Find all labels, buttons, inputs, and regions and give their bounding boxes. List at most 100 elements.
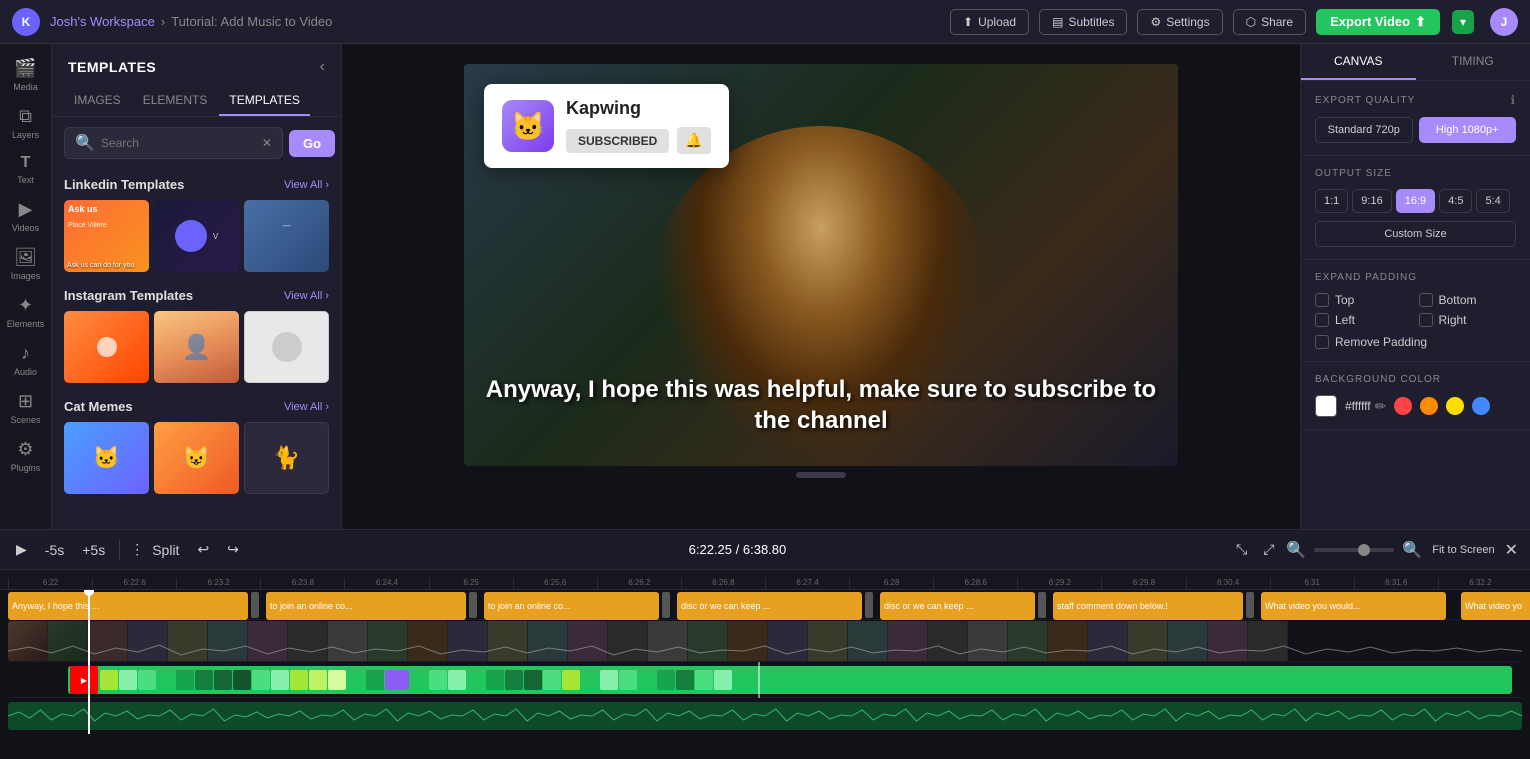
play-button[interactable]: ▶ — [12, 537, 31, 562]
bg-color-edit-button[interactable]: ✏ — [1375, 398, 1387, 415]
search-input[interactable] — [101, 136, 256, 150]
youtube-popup: 🐱 Kapwing SUBSCRIBED 🔔 — [484, 84, 729, 168]
upload-icon: ⬆ — [963, 15, 973, 29]
sidebar-item-audio[interactable]: ♪ Audio — [4, 337, 48, 383]
fit-screen-button[interactable]: Fit to Screen — [1432, 544, 1494, 556]
yt-subscribe-button[interactable]: SUBSCRIBED — [566, 129, 669, 153]
share-button[interactable]: ⬡ Share — [1233, 9, 1307, 35]
tab-images[interactable]: IMAGES — [64, 86, 131, 116]
info-icon[interactable]: ℹ — [1510, 93, 1516, 107]
right-panel: CANVAS TIMING EXPORT QUALITY ℹ Standard … — [1300, 44, 1530, 529]
template-thumb[interactable]: — — [244, 200, 329, 272]
settings-button[interactable]: ⚙ Settings — [1137, 9, 1222, 35]
topbar: K Josh's Workspace › Tutorial: Add Music… — [0, 0, 1530, 44]
color-preset-yellow[interactable] — [1446, 397, 1464, 415]
subtitle-clip[interactable]: staff comment down below.! — [1053, 592, 1243, 620]
sidebar-item-media[interactable]: 🎬 Media — [4, 52, 48, 98]
template-thumb[interactable] — [64, 311, 149, 383]
padding-right-item[interactable]: Right — [1419, 313, 1517, 327]
plus5-button[interactable]: +5s — [78, 538, 109, 562]
minus5-button[interactable]: -5s — [41, 538, 68, 562]
ruler-tick: 6:23.8 — [260, 578, 344, 589]
undo-button[interactable]: ↩ — [193, 537, 213, 562]
quality-high-button[interactable]: High 1080p+ — [1419, 117, 1517, 143]
sidebar-item-images[interactable]: 🖼 Images — [4, 241, 48, 287]
size-4-5-button[interactable]: 4:5 — [1439, 189, 1472, 213]
clip-separator — [1246, 592, 1254, 618]
color-preset-red[interactable] — [1394, 397, 1412, 415]
size-buttons: 1:1 9:16 16:9 4:5 5:4 — [1315, 189, 1516, 213]
template-thumb[interactable]: 😺 — [154, 422, 239, 494]
zoom-in-button[interactable]: ⤢ — [1259, 537, 1278, 562]
subtitle-clip[interactable]: What video yo — [1461, 592, 1530, 620]
resize-handle[interactable] — [796, 472, 846, 478]
search-icon: 🔍 — [75, 133, 95, 153]
size-9-16-button[interactable]: 9:16 — [1352, 189, 1391, 213]
padding-left-item[interactable]: Left — [1315, 313, 1413, 327]
padding-left-checkbox[interactable] — [1315, 313, 1329, 327]
user-avatar[interactable]: J — [1490, 8, 1518, 36]
tab-timing[interactable]: TIMING — [1416, 44, 1530, 80]
bg-color-swatch[interactable] — [1315, 395, 1337, 417]
color-preset-blue[interactable] — [1472, 397, 1490, 415]
zoom-slider[interactable] — [1314, 548, 1394, 552]
split-button[interactable]: Split — [148, 538, 183, 562]
zoom-slider-thumb[interactable] — [1358, 544, 1370, 556]
padding-bottom-item[interactable]: Bottom — [1419, 293, 1517, 307]
search-go-button[interactable]: Go — [289, 130, 335, 157]
clip-separator — [1038, 592, 1046, 618]
size-1-1-button[interactable]: 1:1 — [1315, 189, 1348, 213]
padding-right-checkbox[interactable] — [1419, 313, 1433, 327]
bottom-audio-clip[interactable] — [8, 702, 1522, 730]
subtitle-clip[interactable]: to join an online co... — [484, 592, 659, 620]
cat-memes-view-all[interactable]: View All › — [284, 401, 329, 413]
template-thumb[interactable]: 👤 — [154, 311, 239, 383]
padding-top-checkbox[interactable] — [1315, 293, 1329, 307]
size-5-4-button[interactable]: 5:4 — [1476, 189, 1509, 213]
template-thumb[interactable]: V — [154, 200, 239, 272]
export-dropdown-button[interactable]: ▾ — [1452, 10, 1474, 34]
template-thumb[interactable]: Ask us Place Villere Ask us can do for y… — [64, 200, 149, 272]
template-thumb[interactable]: 🐈 — [244, 422, 329, 494]
redo-button[interactable]: ↪ — [223, 537, 243, 562]
yt-music-icon: ▶ — [70, 666, 98, 694]
audio-clip[interactable]: ▶ — [68, 666, 1512, 694]
templates-close-button[interactable]: ‹ — [320, 58, 325, 76]
workspace-link[interactable]: Josh's Workspace — [50, 14, 155, 29]
sidebar-item-layers[interactable]: ⧉ Layers — [4, 100, 48, 146]
sidebar-item-scenes[interactable]: ⊞ Scenes — [4, 385, 48, 431]
sidebar-item-text[interactable]: T Text — [4, 148, 48, 191]
color-preset-orange[interactable] — [1420, 397, 1438, 415]
upload-button[interactable]: ⬆ Upload — [950, 9, 1029, 35]
padding-bottom-checkbox[interactable] — [1419, 293, 1433, 307]
zoom-out-button[interactable]: ⤡ — [1232, 537, 1251, 562]
subtitle-clip[interactable]: disc or we can keep ... — [677, 592, 862, 620]
quality-standard-button[interactable]: Standard 720p — [1315, 117, 1413, 143]
sidebar-item-plugins[interactable]: ⚙ Plugins — [4, 433, 48, 479]
remove-padding-item[interactable]: Remove Padding — [1315, 335, 1516, 349]
subtitle-clip[interactable]: disc or we can keep ... — [880, 592, 1035, 620]
tab-elements[interactable]: ELEMENTS — [133, 86, 218, 116]
template-thumb[interactable]: 🐱 — [64, 422, 149, 494]
size-16-9-button[interactable]: 16:9 — [1396, 189, 1435, 213]
linkedin-view-all[interactable]: View All › — [284, 179, 329, 191]
subtitles-button[interactable]: ▤ Subtitles — [1039, 9, 1127, 35]
export-button[interactable]: Export Video ⬆ — [1316, 9, 1440, 35]
custom-size-button[interactable]: Custom Size — [1315, 221, 1516, 247]
subtitle-clip[interactable]: Anyway, I hope this ... — [8, 592, 248, 620]
tab-templates[interactable]: TEMPLATES — [219, 86, 309, 116]
remove-padding-checkbox[interactable] — [1315, 335, 1329, 349]
sidebar-item-videos[interactable]: ▶ Videos — [4, 193, 48, 239]
template-thumb[interactable] — [244, 311, 329, 383]
tab-canvas[interactable]: CANVAS — [1301, 44, 1416, 80]
timeline-close-button[interactable]: ✕ — [1505, 540, 1518, 560]
subtitle-clip[interactable]: What video you would... — [1261, 592, 1446, 620]
yt-channel-icon: 🐱 — [502, 100, 554, 152]
instagram-view-all[interactable]: View All › — [284, 290, 329, 302]
padding-top-item[interactable]: Top — [1315, 293, 1413, 307]
ruler-tick: 6:24.4 — [344, 578, 428, 589]
yt-bell-button[interactable]: 🔔 — [677, 127, 710, 154]
search-clear-button[interactable]: ✕ — [262, 136, 272, 150]
subtitle-clip[interactable]: to join an online co... — [266, 592, 466, 620]
sidebar-item-elements[interactable]: ✦ Elements — [4, 289, 48, 335]
